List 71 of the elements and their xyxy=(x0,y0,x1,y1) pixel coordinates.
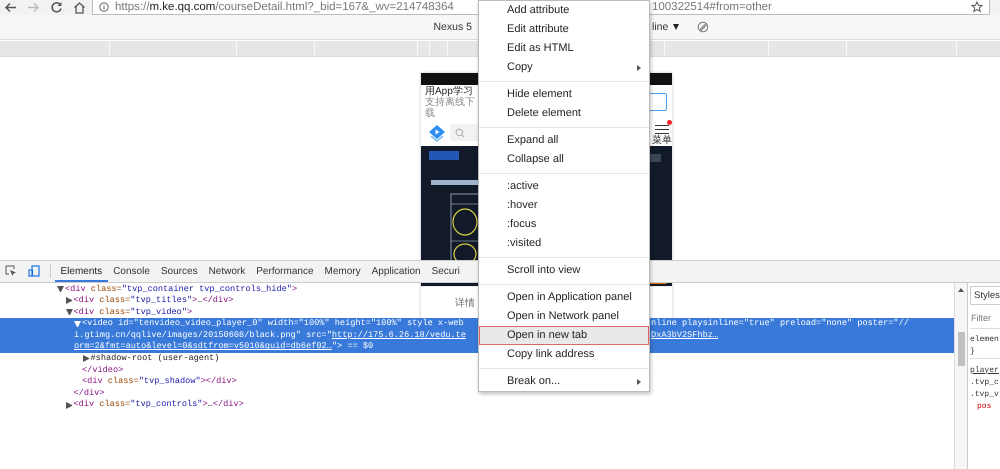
dom-node-text[interactable]: <div class="tvp_video"> xyxy=(74,306,192,318)
submenu-arrow-icon xyxy=(637,64,641,70)
logo-icon[interactable] xyxy=(428,124,446,142)
menu-item[interactable]: :visited xyxy=(479,234,649,253)
dom-node-text[interactable]: nline playsinline="true" preload="none" poster="// xyxy=(651,318,909,328)
menu-item[interactable]: Hide element xyxy=(479,85,649,104)
menu-item[interactable]: Open in new tab xyxy=(479,326,649,345)
css-rule-text: .tvp_v xyxy=(970,388,1000,400)
devtools-tab[interactable]: Sources xyxy=(155,260,204,282)
scrollbar-thumb[interactable] xyxy=(958,332,964,366)
search-icon xyxy=(455,128,465,138)
menu-item[interactable]: Copy link address xyxy=(479,345,649,364)
throttling-selector[interactable]: line xyxy=(652,21,668,33)
inspect-icon[interactable] xyxy=(5,265,17,277)
css-rule-text: elemen xyxy=(970,334,1000,346)
menu-label[interactable]: 菜单 xyxy=(652,134,672,146)
menu-icon[interactable] xyxy=(655,124,669,134)
menu-item[interactable]: Edit attribute xyxy=(479,20,649,39)
banner-title: 用App学习 xyxy=(425,85,474,97)
scroll-up-icon[interactable] xyxy=(958,288,964,292)
devtools-tab[interactable]: Console xyxy=(108,260,156,282)
expand-toggle[interactable] xyxy=(66,402,72,409)
dom-node-text[interactable]: DxA3bV2SFhbz… xyxy=(651,330,718,340)
dom-node-text[interactable]: <video id="tenvideo_video_player_0" width="100%" height="100%" style x-web xyxy=(82,318,464,330)
devtools-tab[interactable]: Application xyxy=(366,260,426,282)
device-selector[interactable]: Nexus 5 xyxy=(433,21,472,33)
dom-node-text[interactable]: </div> xyxy=(74,388,104,400)
menu-item[interactable]: Expand all xyxy=(479,131,649,150)
back-icon[interactable] xyxy=(4,1,17,14)
dom-node-text[interactable]: <div class="tvp_titles">…</div> xyxy=(74,295,234,307)
menu-item[interactable]: Open in Network panel xyxy=(479,307,649,326)
menu-item[interactable]: Copy xyxy=(479,58,649,77)
devtools-tab[interactable]: Memory xyxy=(319,260,366,282)
devtools-tab[interactable]: Elements xyxy=(55,260,108,282)
dom-node-text[interactable]: <div class="tvp_controls">…</div> xyxy=(74,399,244,412)
menu-item[interactable]: Delete element xyxy=(479,104,649,123)
caret-icon[interactable] xyxy=(673,24,680,30)
dom-node-text[interactable]: <div class="tvp_shadow"></div> xyxy=(82,376,237,388)
submenu-arrow-icon xyxy=(637,378,641,384)
dom-node-text[interactable]: <div class="tvp_container tvp_controls_hide"> xyxy=(65,284,298,296)
home-icon[interactable] xyxy=(73,1,86,14)
expand-toggle[interactable] xyxy=(82,355,88,362)
css-rule-text: pos xyxy=(976,400,992,412)
expand-toggle[interactable] xyxy=(66,297,72,304)
devtools-tab[interactable]: Network xyxy=(203,260,251,282)
menu-item[interactable]: Scroll into view xyxy=(479,261,649,280)
expand-toggle[interactable] xyxy=(57,286,64,292)
dom-node-text[interactable]: orm=2&fmt=auto&level=0&sdtfrom=v5010&guid=db6ef02…"> == $0 xyxy=(74,341,374,354)
menu-item[interactable]: :hover xyxy=(479,196,649,215)
details-tab[interactable]: 详情 xyxy=(455,296,475,310)
dom-node-text[interactable]: #shadow-root (user-agent) xyxy=(90,353,220,365)
scrollbar[interactable] xyxy=(954,282,967,469)
star-icon[interactable] xyxy=(971,1,983,13)
css-rule-text: } xyxy=(970,346,1000,358)
reload-icon[interactable] xyxy=(50,1,63,14)
dom-node-text[interactable]: i.gtimg.cn/qqlive/images/20150608/black.png" src="http://175.6.26.18/vedu.te xyxy=(74,330,466,342)
menu-item[interactable]: :focus xyxy=(479,215,649,234)
devtools-tab[interactable]: Securi xyxy=(426,260,466,282)
menu-item[interactable]: Collapse all xyxy=(479,150,649,169)
banner-subtitle: 支持离线下载 xyxy=(425,98,475,119)
devtools-tab[interactable]: Performance xyxy=(250,260,320,282)
source-link[interactable]: player xyxy=(970,364,1000,376)
menu-item[interactable]: Open in Application panel xyxy=(479,288,649,307)
menu-item[interactable]: :active xyxy=(479,177,649,196)
css-rule-text: .tvp_c xyxy=(970,376,1000,388)
styles-tab[interactable]: Styles xyxy=(970,286,1000,304)
device-mode-icon[interactable] xyxy=(28,265,40,277)
menu-item[interactable]: Break on... xyxy=(479,372,649,391)
dom-node-text[interactable]: </video> xyxy=(82,364,124,376)
info-icon[interactable] xyxy=(99,2,109,12)
menu-item[interactable]: Edit as HTML xyxy=(479,39,649,58)
